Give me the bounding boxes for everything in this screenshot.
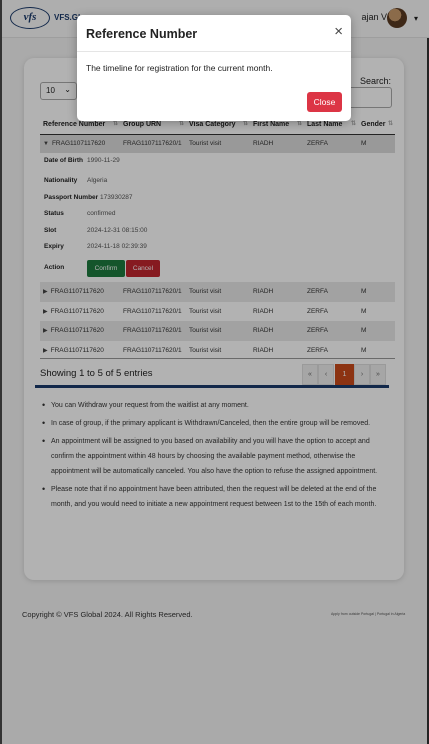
reference-number-modal: Reference Number × The timeline for regi… [77,15,351,121]
page-frame: vfs VFS.GL ajan V ▾ 10 ⌄ Search: Referen… [0,0,429,744]
modal-divider [77,51,351,52]
modal-title: Reference Number [86,27,198,41]
modal-body-text: The timeline for registration for the cu… [86,63,273,73]
close-icon[interactable]: × [334,24,343,39]
modal-close-button[interactable]: Close [307,92,342,112]
